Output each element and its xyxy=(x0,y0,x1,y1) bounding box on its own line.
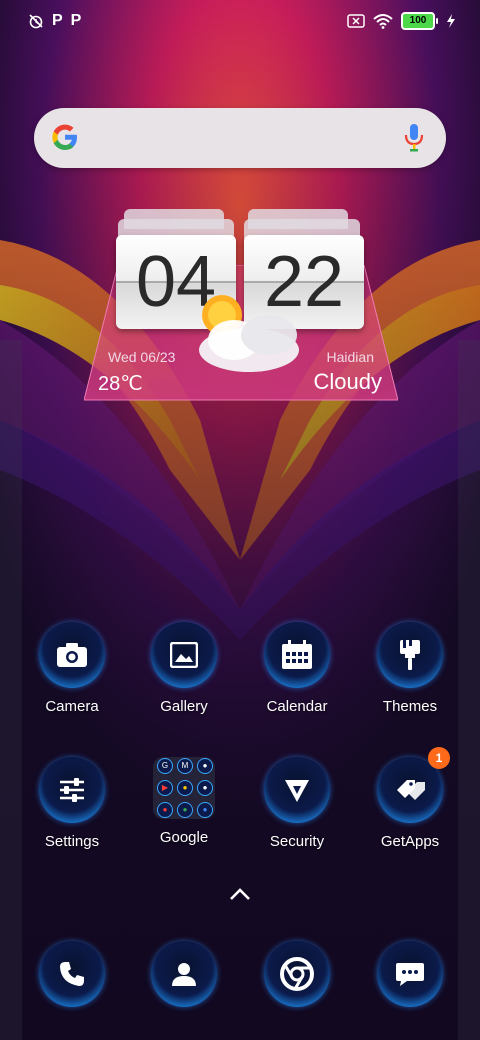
app-getapps[interactable]: 1 GetApps xyxy=(360,747,460,850)
weather-temperature: 28℃ xyxy=(98,373,143,395)
weather-city: Haidian xyxy=(326,349,374,365)
folder-app-icon: ● xyxy=(197,780,213,796)
weather-date: Wed 06/23 xyxy=(108,349,176,365)
p-notification-icon: P xyxy=(52,12,63,29)
status-bar: P P 100 xyxy=(0,8,480,36)
folder-app-icon: ● xyxy=(197,758,213,774)
folder-google[interactable]: G M ● ▶ ● ● ● ● ● Google xyxy=(134,757,234,846)
cloudy-weather-icon xyxy=(199,295,299,372)
app-label: Camera xyxy=(45,698,99,715)
status-right: 100 xyxy=(347,12,456,30)
charging-icon xyxy=(447,14,455,28)
app-security[interactable]: Security xyxy=(247,757,347,850)
calendar-icon[interactable] xyxy=(264,622,330,688)
sim-missing-icon xyxy=(347,14,365,28)
app-label: Google xyxy=(159,829,209,846)
google-search-bar[interactable] xyxy=(34,108,446,168)
app-label: Settings xyxy=(44,833,100,850)
app-themes[interactable]: Themes xyxy=(360,622,460,715)
gallery-icon[interactable] xyxy=(151,622,217,688)
app-label: Calendar xyxy=(266,698,328,715)
battery-level: 100 xyxy=(401,12,435,30)
app-label: Themes xyxy=(382,698,438,715)
folder-app-icon: ● xyxy=(197,802,213,818)
weather-condition: Cloudy xyxy=(313,369,382,394)
folder-app-icon: M xyxy=(177,758,193,774)
alarm-off-icon xyxy=(29,14,43,29)
clock-weather-widget[interactable]: 04 22 Wed 06/23 28℃ Haidian Cloudy xyxy=(84,205,398,405)
app-calendar[interactable]: Calendar xyxy=(247,622,347,715)
messages-icon[interactable] xyxy=(377,941,443,1007)
app-settings[interactable]: Settings xyxy=(22,757,122,850)
security-icon[interactable] xyxy=(264,757,330,823)
chrome-icon[interactable] xyxy=(264,941,330,1007)
themes-icon[interactable] xyxy=(377,622,443,688)
p-notification-icon: P xyxy=(70,12,82,29)
battery-indicator: 100 xyxy=(401,12,438,30)
search-input[interactable] xyxy=(104,122,408,156)
folder-app-icon: G xyxy=(157,758,173,774)
contacts-icon[interactable] xyxy=(151,941,217,1007)
folder-app-icon: ● xyxy=(177,780,193,796)
dock-phone[interactable] xyxy=(22,941,122,1007)
status-left: P P xyxy=(28,12,81,30)
folder-app-icon: ▶ xyxy=(157,780,173,796)
camera-icon[interactable] xyxy=(39,622,105,688)
microphone-icon[interactable] xyxy=(404,122,424,152)
app-gallery[interactable]: Gallery xyxy=(134,622,234,715)
dock-contacts[interactable] xyxy=(134,941,234,1007)
app-label: GetApps xyxy=(380,833,440,850)
chevron-up-icon[interactable] xyxy=(228,886,252,902)
google-logo-icon xyxy=(52,124,77,150)
app-label: Security xyxy=(269,833,325,850)
folder-app-icon: ● xyxy=(157,802,173,818)
app-label: Gallery xyxy=(160,698,208,715)
dock-chrome[interactable] xyxy=(247,941,347,1007)
google-folder-icon[interactable]: G M ● ▶ ● ● ● ● ● xyxy=(153,757,215,819)
phone-icon[interactable] xyxy=(39,941,105,1007)
app-camera[interactable]: Camera xyxy=(22,622,122,715)
dock-messages[interactable] xyxy=(360,941,460,1007)
wifi-icon xyxy=(373,14,393,29)
folder-app-icon: ● xyxy=(177,802,193,818)
notification-badge: 1 xyxy=(428,747,450,769)
settings-icon[interactable] xyxy=(39,757,105,823)
